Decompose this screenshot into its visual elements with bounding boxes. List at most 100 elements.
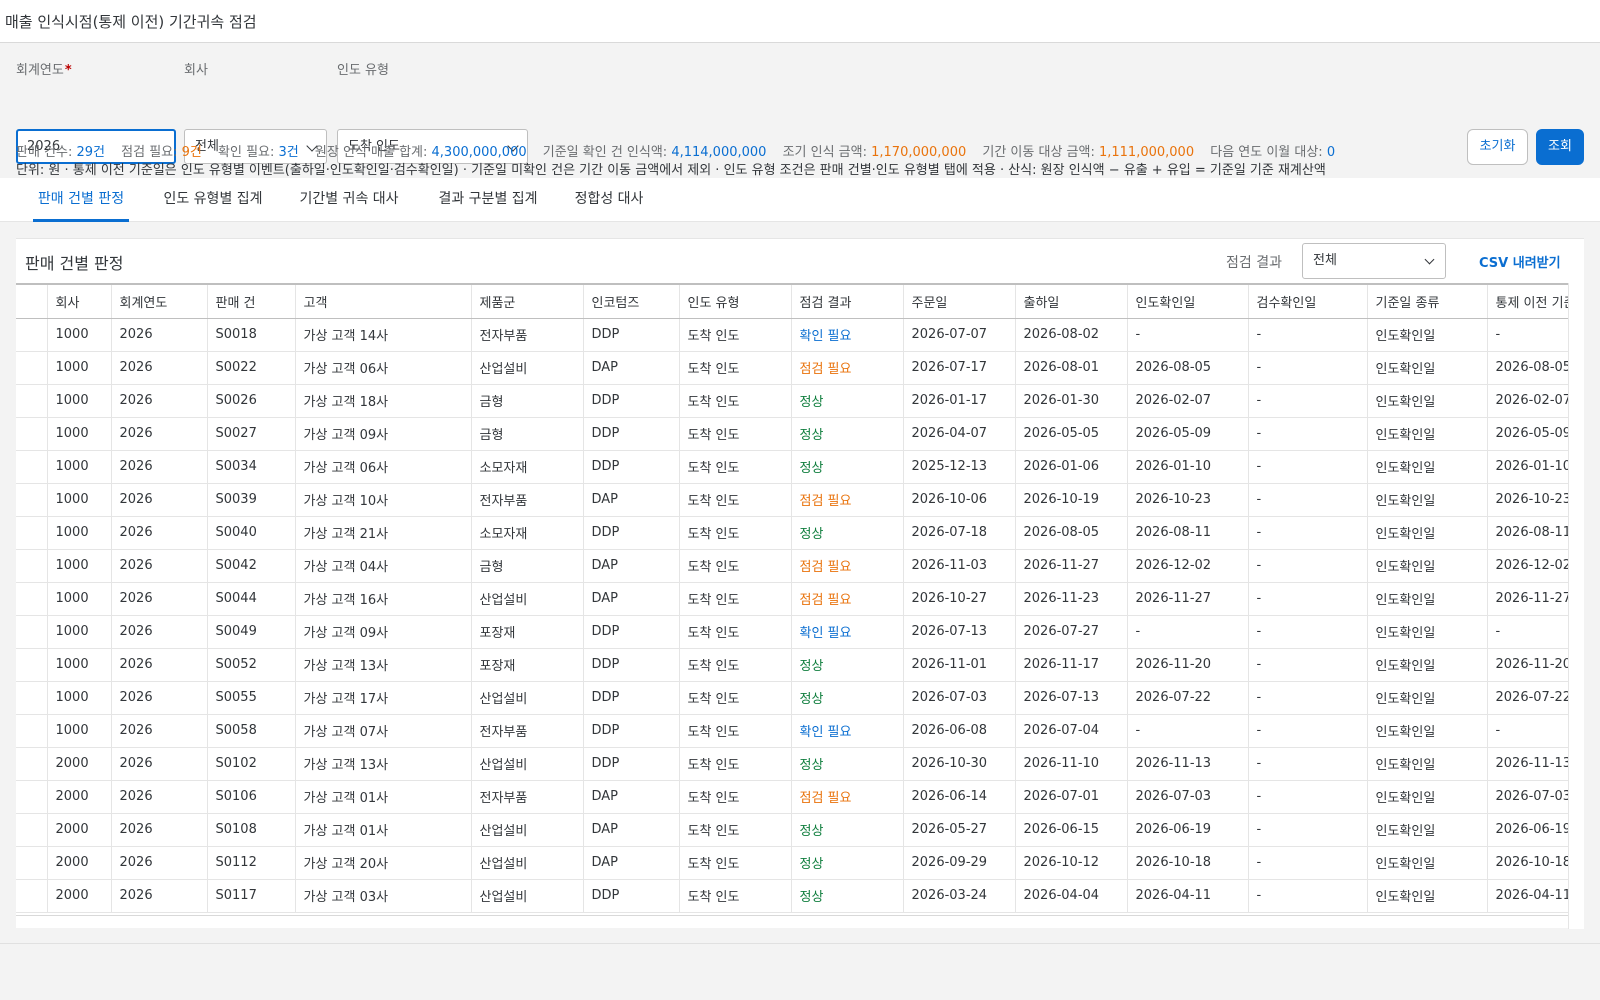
table-row[interactable]: 1000 2026 S0026 가상 고객 18사 금형 DDP 도착 인도 정상 2026-0… [16,384,1568,418]
column-header[interactable]: 주문일 [903,285,1016,319]
column-header[interactable]: 통제 이전 기준일 [1487,285,1568,319]
table-cell: 전자부품 [471,714,584,748]
table-cell: 도착 인도 [679,549,792,583]
table-cell: 2026-11-10 [1015,747,1128,781]
table-row[interactable]: 1000 2026 S0058 가상 고객 07사 전자부품 DDP 도착 인도 확인 필요 2… [16,714,1568,748]
table-cell: 산업설비 [471,747,584,781]
row-selector[interactable] [16,780,48,814]
row-selector[interactable] [16,813,48,847]
row-selector[interactable] [16,747,48,781]
column-header[interactable]: 회계연도 [111,285,208,319]
table-row[interactable]: 1000 2026 S0040 가상 고객 21사 소모자재 DDP 도착 인도 정상 2026… [16,516,1568,550]
table-cell: 2026-01-10 [1487,450,1568,484]
table-cell: - [1487,615,1568,649]
table-cell: 2026-06-19 [1127,813,1249,847]
table-cell: 1000 [47,648,112,682]
row-selector[interactable] [16,318,48,352]
column-header[interactable]: 점검 결과 [791,285,904,319]
horizontal-scrollbar[interactable] [16,915,1568,929]
row-selector[interactable] [16,648,48,682]
chevron-down-icon [1424,254,1435,265]
table-row[interactable]: 1000 2026 S0027 가상 고객 09사 금형 DDP 도착 인도 정상 2026-0… [16,417,1568,451]
table-row[interactable]: 1000 2026 S0044 가상 고객 16사 산업설비 DAP 도착 인도 점검 필요 2… [16,582,1568,616]
vertical-scrollbar[interactable] [1568,283,1584,929]
table-cell: 2026-08-11 [1487,516,1568,550]
tab-result-summary[interactable]: 결과 구분별 집계 [434,178,542,222]
result-filter-value: 전체 [1313,253,1337,268]
column-header[interactable]: 제품군 [471,285,584,319]
table-row[interactable]: 1000 2026 S0018 가상 고객 14사 전자부품 DDP 도착 인도 확인 필요 2… [16,318,1568,352]
table-row[interactable]: 2000 2026 S0102 가상 고객 13사 산업설비 DDP 도착 인도 정상 2026… [16,747,1568,781]
table-cell: DDP [583,714,680,748]
table-cell: 2026-07-18 [903,516,1016,550]
row-selector[interactable] [16,417,48,451]
unit-note: 단위: 원 · 통제 이전 기준일은 인도 유형별 이벤트(출하일·인도확인일·… [16,163,1326,178]
table-row[interactable]: 2000 2026 S0108 가상 고객 01사 산업설비 DAP 도착 인도 정상 2026… [16,813,1568,847]
status-cell: 확인 필요 [791,615,904,649]
table-cell: S0022 [207,351,296,385]
table-row[interactable]: 1000 2026 S0055 가상 고객 17사 산업설비 DDP 도착 인도 정상 2026… [16,681,1568,715]
column-header[interactable]: 판매 건 [207,285,296,319]
column-header[interactable]: 인코텀즈 [583,285,680,319]
result-table-container[interactable]: 회사 회계연도 판매 건 고객 제품군 인코텀즈 인도 유형 점검 결과 주문일 출하일 인도확인일… [16,283,1568,915]
table-row[interactable]: 2000 2026 S0106 가상 고객 01사 전자부품 DAP 도착 인도 점검 필요 2… [16,780,1568,814]
column-header[interactable]: 검수확인일 [1248,285,1368,319]
tab-consistency-check[interactable]: 정합성 대사 [572,178,646,222]
column-header[interactable]: 인도확인일 [1127,285,1249,319]
table-cell: DDP [583,318,680,352]
table-cell: 2026-07-03 [1127,780,1249,814]
table-cell: DAP [583,780,680,814]
table-cell: 도착 인도 [679,813,792,847]
row-selector[interactable] [16,351,48,385]
table-cell: 도착 인도 [679,648,792,682]
table-cell: 산업설비 [471,813,584,847]
tab-delivery-type-summary[interactable]: 인도 유형별 집계 [158,178,268,222]
table-cell: S0117 [207,879,296,913]
table-cell: 2026-01-17 [903,384,1016,418]
row-selector[interactable] [16,846,48,880]
table-cell: DAP [583,549,680,583]
status-cell: 점검 필요 [791,780,904,814]
table-row[interactable]: 1000 2026 S0049 가상 고객 09사 포장재 DDP 도착 인도 확인 필요 20… [16,615,1568,649]
column-header[interactable]: 출하일 [1015,285,1128,319]
table-row[interactable]: 1000 2026 S0022 가상 고객 06사 산업설비 DAP 도착 인도 점검 필요 2… [16,351,1568,385]
tab-sales-judgement[interactable]: 판매 건별 판정 [33,178,129,222]
table-cell: DDP [583,879,680,913]
column-header[interactable]: 인도 유형 [679,285,792,319]
table-cell: - [1248,516,1368,550]
column-header[interactable]: 기준일 종류 [1367,285,1488,319]
table-row[interactable]: 1000 2026 S0034 가상 고객 06사 소모자재 DDP 도착 인도 정상 2025… [16,450,1568,484]
search-button[interactable]: 조회 [1536,129,1584,165]
csv-download-link[interactable]: CSV 내려받기 [1479,252,1561,271]
row-selector[interactable] [16,516,48,550]
result-filter-select[interactable]: 전체 [1302,243,1446,279]
table-cell: 2026-06-14 [903,780,1016,814]
table-row[interactable]: 1000 2026 S0039 가상 고객 10사 전자부품 DAP 도착 인도 점검 필요 2… [16,483,1568,517]
row-selector[interactable] [16,615,48,649]
table-row[interactable]: 2000 2026 S0117 가상 고객 03사 산업설비 DDP 도착 인도 정상 2026… [16,879,1568,913]
table-cell: 2026 [111,483,208,517]
column-header[interactable]: 고객 [295,285,472,319]
tab-period-reconciliation[interactable]: 기간별 귀속 대사 [296,178,402,222]
table-row[interactable]: 2000 2026 S0112 가상 고객 20사 산업설비 DAP 도착 인도 정상 2026… [16,846,1568,880]
table-row[interactable]: 1000 2026 S0042 가상 고객 04사 금형 DAP 도착 인도 점검 필요 202… [16,549,1568,583]
table-cell: 가상 고객 13사 [295,648,472,682]
row-selector[interactable] [16,450,48,484]
table-row[interactable]: 1000 2026 S0052 가상 고객 13사 포장재 DDP 도착 인도 정상 2026-… [16,648,1568,682]
table-cell: 2026 [111,747,208,781]
table-cell: 금형 [471,549,584,583]
row-selector[interactable] [16,582,48,616]
reset-button[interactable]: 초기화 [1467,129,1528,165]
row-selector[interactable] [16,384,48,418]
row-selector[interactable] [16,681,48,715]
table-cell: - [1248,582,1368,616]
row-selector[interactable] [16,714,48,748]
column-header[interactable]: 회사 [47,285,112,319]
table-cell: 2026-11-13 [1487,747,1568,781]
row-selector[interactable] [16,879,48,913]
table-cell: S0049 [207,615,296,649]
table-cell: 전자부품 [471,318,584,352]
row-selector[interactable] [16,549,48,583]
row-selector[interactable] [16,483,48,517]
table-cell: 1000 [47,483,112,517]
